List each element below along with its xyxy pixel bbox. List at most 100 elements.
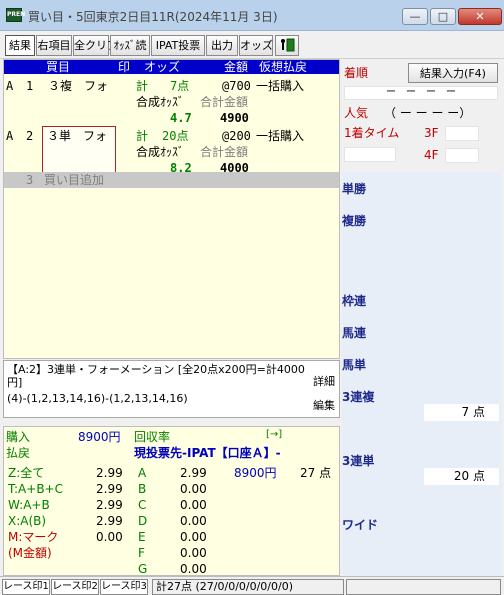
payout-left-label: M:マーク	[8, 530, 59, 544]
close-button[interactable]: ✕	[458, 8, 502, 25]
payout-group-label: B	[138, 482, 147, 496]
bet-type-label: 3連複	[342, 390, 375, 404]
bet-type-count: 7 点	[424, 404, 499, 421]
refund-label: 払戻	[6, 446, 31, 460]
bet-index: 1	[26, 79, 34, 93]
edit-button[interactable]: 編集	[309, 397, 339, 413]
bet-count: 7点	[170, 79, 190, 93]
bet-count: 20点	[162, 129, 189, 143]
bet-method: フォ	[84, 79, 109, 93]
arrow-button[interactable]: [→]	[266, 427, 282, 443]
popularity-label: 人気	[344, 106, 369, 120]
first-time-label: 1着タイム	[344, 126, 400, 140]
f4-label: 4F	[424, 148, 439, 162]
bet-group: A	[6, 79, 14, 93]
status-bar: レース印1 レース印2 レース印3 計27点 (27/0/0/0/0/0/0/0…	[0, 576, 504, 595]
right-items-toolbar-button[interactable]: 右項目	[36, 35, 72, 56]
maximize-button[interactable]: □	[430, 8, 456, 25]
clear-all-toolbar-button[interactable]: 全クリア	[73, 35, 118, 56]
bet-type-label: 複勝	[342, 214, 367, 228]
app-icon: PREN	[6, 8, 25, 22]
detail-line-1: 【A:2】3連単・フォーメーション [全20点x200円=計4000円]	[7, 363, 305, 389]
result-toolbar-button[interactable]: 結果	[5, 35, 35, 56]
ipat-vote-toolbar-button[interactable]: IPAT投票	[151, 35, 205, 56]
race-mark-1-tab[interactable]: レース印1	[2, 579, 50, 595]
detail-line-2: (4)-(1,2,13,14,16)-(1,2,13,14,16)	[7, 392, 188, 405]
payout-left-odds: 2.99	[96, 514, 123, 528]
minimize-button[interactable]: —	[402, 8, 428, 25]
toolbar: 結果 右項目 全クリア ｵｯｽﾞ読 IPAT投票 出力 オッズ	[0, 31, 504, 59]
status-summary: 計27点 (27/0/0/0/0/0/0/0)	[152, 579, 344, 595]
payout-group-amount: 8900円	[234, 466, 277, 480]
add-bet-row[interactable]: 3 買い目追加	[4, 172, 339, 188]
race-mark-3-tab[interactable]: レース印3	[100, 579, 148, 595]
combined-odds-label: 合成ｵｯｽﾞ	[136, 145, 185, 159]
bet-type-label: 単勝	[342, 182, 367, 196]
bet-type-label: 馬連	[342, 326, 367, 340]
payout-left-odds: 0.00	[96, 530, 123, 544]
popularity-values: （ ー ー ー ー）	[384, 106, 472, 120]
bet-count-label: 計	[136, 79, 149, 93]
bet-selection-box[interactable]: ３単 フォ	[42, 126, 116, 174]
odds-toolbar-button[interactable]: オッズ	[239, 35, 273, 56]
result-input-button[interactable]: 結果入力(F4)	[408, 63, 498, 83]
combined-odds: 4.7	[170, 111, 192, 125]
first-time-value	[344, 147, 396, 162]
total-amount: 4900	[220, 111, 249, 125]
payout-left-label: X:A(B)	[8, 514, 47, 528]
bet-method: フォ	[83, 129, 108, 143]
payout-left-label: (M金額)	[8, 546, 52, 560]
payout-left-odds: 2.99	[96, 466, 123, 480]
bet-type: ３複	[48, 79, 73, 93]
result-panel: 着順 結果入力(F4) ー ー ー ー 人気 （ ー ー ー ー） 1着タイム …	[342, 59, 502, 169]
payout-left-odds: 2.99	[96, 498, 123, 512]
payout-group-odds: 0.00	[180, 530, 207, 544]
payout-group-count: 27 点	[300, 466, 332, 480]
bet-detail-box: 【A:2】3連単・フォーメーション [全20点x200円=計4000円] (4)…	[3, 360, 340, 418]
bet-type-label: 枠連	[342, 294, 367, 308]
output-toolbar-button[interactable]: 出力	[206, 35, 238, 56]
total-amount-label: 合計金額	[200, 95, 249, 109]
race-mark-2-tab[interactable]: レース印2	[51, 579, 99, 595]
payout-group-odds: 0.00	[180, 498, 207, 512]
payout-group-label: G	[138, 562, 148, 576]
bet-group: A	[6, 129, 14, 143]
exit-icon[interactable]	[275, 35, 299, 56]
purchase-label: 購入	[6, 430, 31, 444]
header-payout: 仮想払戻	[259, 60, 308, 74]
combined-odds-label: 合成ｵｯｽﾞ	[136, 95, 185, 109]
payout-left-label: Z:全て	[8, 466, 45, 480]
payout-group-label: C	[138, 498, 147, 512]
bet-type-label: 馬単	[342, 358, 367, 372]
payout-left-label: W:A+B	[8, 498, 50, 512]
payout-group-label: E	[138, 530, 146, 544]
payout-left-odds: 2.99	[96, 482, 123, 496]
status-empty	[346, 579, 501, 595]
detail-button[interactable]: 詳細	[309, 373, 339, 389]
bet-index: 2	[26, 129, 34, 143]
order-values: ー ー ー ー	[344, 86, 498, 100]
read-odds-toolbar-button[interactable]: ｵｯｽﾞ読	[110, 35, 150, 56]
payout-left-label: T:A+B+C	[8, 482, 63, 496]
payout-pane: 購入 8900円 回収率 [→] 払戻 現投票先-IPAT【口座Ａ】- Z:全て…	[3, 426, 340, 576]
f3-value	[445, 126, 479, 141]
payout-group-odds: 2.99	[180, 466, 207, 480]
bet-buy-mode: 一括購入	[256, 79, 305, 93]
vote-destination: 現投票先-IPAT【口座Ａ】-	[134, 446, 281, 460]
bet-type-label: 3連単	[342, 454, 375, 468]
payout-group-odds: 0.00	[180, 562, 207, 576]
bet-unit: @200	[222, 129, 251, 143]
window-title: 買い目・5回東京2日目11R(2024年11月 3日)	[28, 10, 278, 24]
header-mark: 印	[118, 60, 131, 74]
bet-list-pane: 買目 印 オッズ 金額 仮想払戻 A 1 ３複 フォ 計 7点 @700 一括購…	[3, 59, 340, 359]
bet-type: ３単	[47, 129, 72, 143]
payout-group-label: D	[138, 514, 148, 528]
add-bet-label: 買い目追加	[44, 173, 105, 187]
f4-value	[445, 148, 479, 163]
payout-group-odds: 0.00	[180, 482, 207, 496]
payout-group-odds: 0.00	[180, 546, 207, 560]
f3-label: 3F	[424, 126, 439, 140]
title-bar: PREN 買い目・5回東京2日目11R(2024年11月 3日) — □ ✕	[0, 0, 504, 31]
purchase-amount: 8900円	[78, 430, 121, 444]
payout-group-odds: 0.00	[180, 514, 207, 528]
